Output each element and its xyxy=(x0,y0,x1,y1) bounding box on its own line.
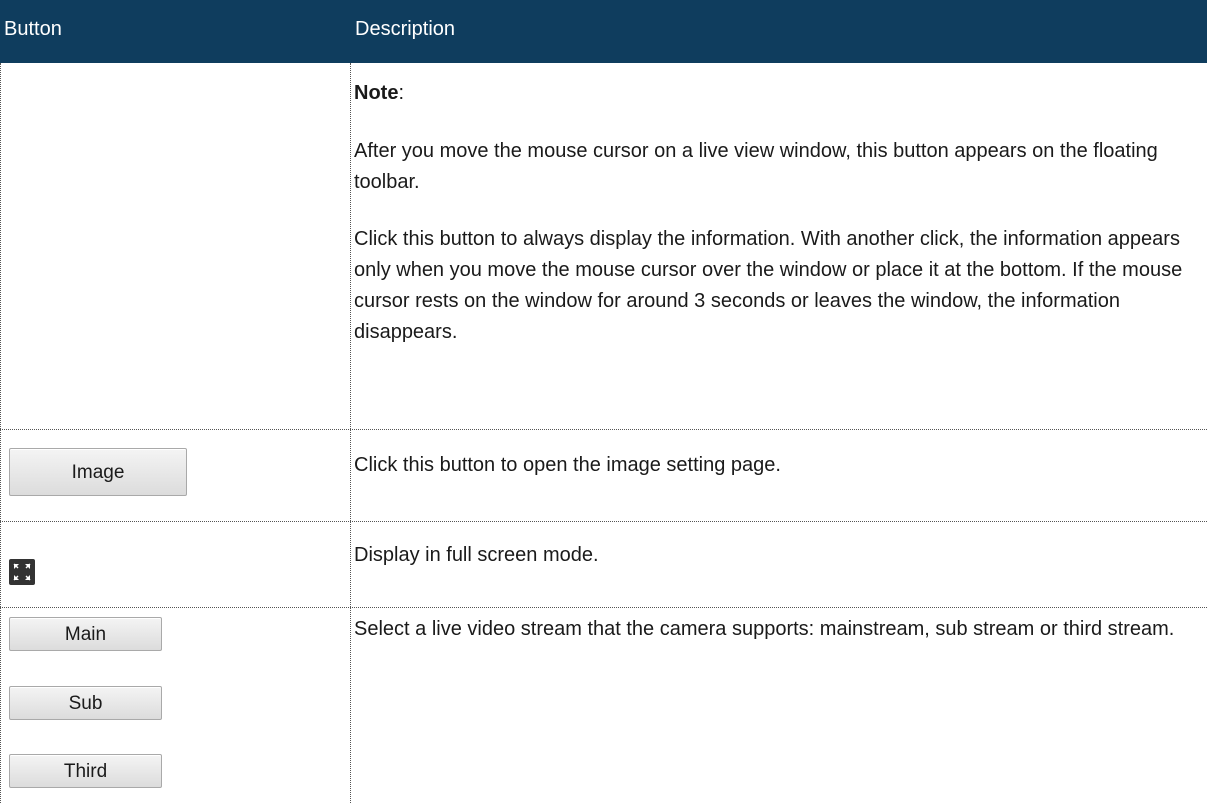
column-header-button: Button xyxy=(4,18,62,40)
note-paragraph-1: After you move the mouse cursor on a liv… xyxy=(354,140,1158,193)
note-heading: Note: xyxy=(354,78,1194,109)
note-colon: : xyxy=(398,82,405,104)
column-header-description: Description xyxy=(355,18,456,40)
image-button[interactable]: Image xyxy=(9,448,187,496)
column-divider xyxy=(350,63,351,803)
sub-stream-button[interactable]: Sub xyxy=(9,686,162,720)
note-paragraph-2: Click this button to always display the … xyxy=(354,228,1183,343)
fullscreen-description: Display in full screen mode. xyxy=(354,544,599,566)
row-divider xyxy=(0,429,1207,430)
note-label: Note xyxy=(354,82,399,104)
third-stream-button[interactable]: Third xyxy=(9,754,162,788)
stream-description: Select a live video stream that the came… xyxy=(354,618,1175,640)
table-border-left xyxy=(0,63,1,803)
row-divider xyxy=(0,607,1207,608)
main-stream-button[interactable]: Main xyxy=(9,617,162,651)
image-button-description: Click this button to open the image sett… xyxy=(354,454,781,476)
row-divider xyxy=(0,521,1207,522)
table-header: Button Description xyxy=(0,0,1207,63)
button-description-table: Button Description Note: After you move … xyxy=(0,0,1207,803)
fullscreen-icon[interactable] xyxy=(9,559,35,585)
